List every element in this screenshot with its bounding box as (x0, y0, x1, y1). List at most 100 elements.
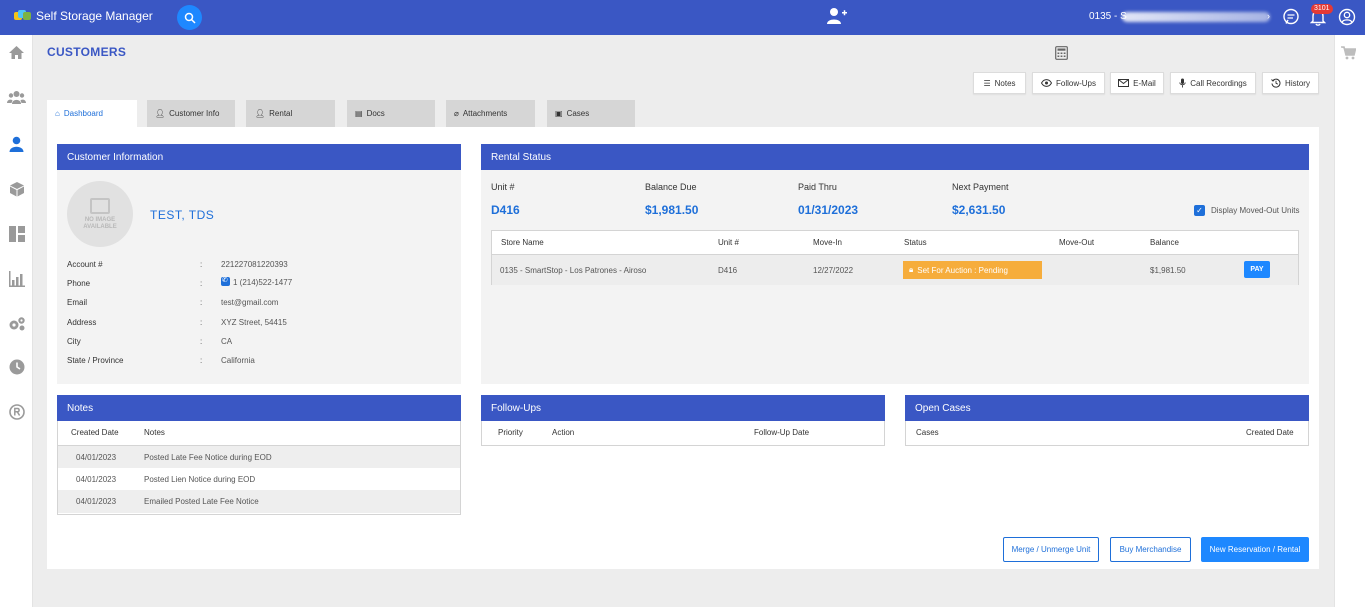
balance-due-label: Balance Due (645, 182, 697, 192)
chat-button[interactable] (1282, 8, 1300, 28)
calculator-button[interactable] (1055, 46, 1068, 62)
history-button[interactable]: History (1262, 72, 1319, 94)
column-header: Balance (1150, 238, 1179, 247)
call-recordings-button[interactable]: Call Recordings (1170, 72, 1256, 94)
tab-docs[interactable]: ▤ Docs (347, 100, 435, 127)
email-value: test@gmail.com (221, 298, 279, 307)
column-header: Cases (916, 428, 939, 437)
rental-status-header: Rental Status (481, 144, 1309, 170)
notes-table: Created Date Notes 04/01/2023 Posted Lat… (57, 421, 461, 515)
sidebar-item-groups[interactable] (7, 88, 26, 107)
briefcase-icon: ▣ (555, 109, 563, 118)
table-row[interactable]: 04/01/2023 Posted Lien Notice during EOD (58, 468, 460, 491)
unit-cell: D416 (718, 266, 738, 275)
microphone-icon (1179, 78, 1186, 88)
sidebar-item-settings[interactable] (7, 314, 26, 333)
pay-button[interactable]: PAY (1244, 261, 1270, 278)
add-user-icon (827, 8, 847, 24)
page-title: CUSTOMERS (47, 45, 127, 59)
display-moved-out-checkbox[interactable]: ✓ (1194, 205, 1205, 216)
list-icon: ☰ (983, 78, 991, 88)
user-profile-button[interactable] (1338, 8, 1356, 28)
notification-count-badge: 3101 (1311, 4, 1333, 14)
buy-merchandise-button[interactable]: Buy Merchandise (1110, 537, 1191, 562)
search-button[interactable] (177, 5, 202, 30)
table-row[interactable]: 0135 - SmartStop - Los Patrones - Airoso… (492, 254, 1298, 285)
balance-due-value: $1,981.50 (645, 203, 699, 217)
state-label: State / Province (67, 356, 124, 365)
email-label: Email (67, 298, 88, 307)
paperclip-icon: ⌀ (454, 109, 459, 118)
search-icon (184, 12, 196, 24)
sidebar-item-customers[interactable] (7, 134, 26, 153)
store-name-redacted (1122, 12, 1270, 22)
notes-button[interactable]: ☰ Notes (973, 72, 1026, 94)
gears-icon (9, 316, 25, 330)
sidebar-item-home[interactable] (7, 43, 26, 62)
tab-cases[interactable]: ▣ Cases (547, 100, 635, 127)
paid-thru-value: 01/31/2023 (798, 203, 859, 217)
avatar: NO IMAGE AVAILABLE (67, 181, 133, 247)
email-button[interactable]: E-Mail (1110, 72, 1164, 94)
open-cases-card: Open Cases (905, 395, 1309, 422)
column-header: Store Name (501, 238, 544, 247)
city-value: CA (221, 337, 233, 346)
add-customer-button[interactable] (826, 7, 848, 27)
merge-unmerge-unit-button[interactable]: Merge / Unmerge Unit (1003, 537, 1099, 562)
user-circle-icon (1338, 8, 1356, 26)
follow-ups-table: Priority Action Follow-Up Date (481, 421, 885, 446)
tab-rental[interactable]: 👤︎ Rental (246, 100, 335, 127)
account-value: 221227081220393 (221, 260, 288, 269)
users-icon (7, 91, 26, 104)
tab-customer-info[interactable]: 👤︎ Customer Info (147, 100, 235, 127)
table-row[interactable]: 04/01/2023 Posted Late Fee Notice during… (58, 445, 460, 468)
follow-ups-card: Follow-Ups (481, 395, 885, 422)
move-in-cell: 12/27/2022 (813, 266, 854, 275)
bar-chart-icon (8, 270, 25, 287)
home-icon (9, 46, 24, 59)
sidebar-item-units[interactable] (7, 179, 26, 198)
phone-icon (221, 276, 230, 286)
chevron-right-icon[interactable]: › (1267, 11, 1270, 21)
chat-icon (1283, 8, 1299, 25)
paid-thru-label: Paid Thru (798, 182, 837, 192)
follow-ups-header: Follow-Ups (481, 395, 885, 421)
status-badge: 🔒︎ Set For Auction : Pending (903, 261, 1042, 279)
rental-table: Store Name Unit # Move-In Status Move-Ou… (491, 230, 1299, 285)
open-cases-table: Cases Created Date (905, 421, 1309, 446)
phone-label: Phone (67, 279, 91, 288)
eye-icon (1040, 79, 1052, 87)
column-header: Priority (498, 428, 523, 437)
follow-ups-button[interactable]: Follow-Ups (1032, 72, 1105, 94)
sidebar-item-history[interactable] (7, 357, 26, 376)
clock-icon (9, 359, 24, 374)
table-row[interactable]: 04/01/2023 Emailed Posted Late Fee Notic… (58, 490, 460, 513)
sidebar-item-dashboard[interactable] (7, 224, 26, 243)
app-brand[interactable]: Self Storage Manager (14, 9, 153, 23)
next-payment-value: $2,631.50 (952, 203, 1006, 217)
home-icon: ⌂ (55, 109, 60, 118)
state-value: California (221, 356, 255, 365)
column-header: Unit # (718, 238, 739, 247)
unit-value[interactable]: D416 (491, 203, 520, 217)
customer-information-header: Customer Information (57, 144, 461, 170)
column-header: Action (552, 428, 575, 437)
top-bar: Self Storage Manager 0135 - S › 3101 (0, 0, 1365, 35)
tab-attachments[interactable]: ⌀ Attachments (446, 100, 535, 127)
account-label: Account # (67, 260, 103, 269)
logo-icon (14, 10, 32, 22)
sidebar-item-registered[interactable] (7, 402, 26, 421)
column-header: Status (904, 238, 927, 247)
new-reservation-rental-button[interactable]: New Reservation / Rental (1201, 537, 1309, 562)
lock-icon: 🔒︎ (909, 265, 914, 274)
address-label: Address (67, 318, 97, 327)
cart-button[interactable] (1341, 46, 1357, 62)
phone-value[interactable]: 1 (214)522-1477 (221, 276, 292, 287)
column-header: Follow-Up Date (754, 428, 810, 437)
user-icon: 👤︎ (155, 109, 166, 118)
column-header: Move-In (813, 238, 842, 247)
layout-icon (8, 225, 25, 242)
tab-dashboard[interactable]: ⌂ Dashboard (47, 100, 137, 127)
sidebar-item-reports[interactable] (7, 269, 26, 288)
customer-name: TEST, TDS (150, 208, 215, 222)
